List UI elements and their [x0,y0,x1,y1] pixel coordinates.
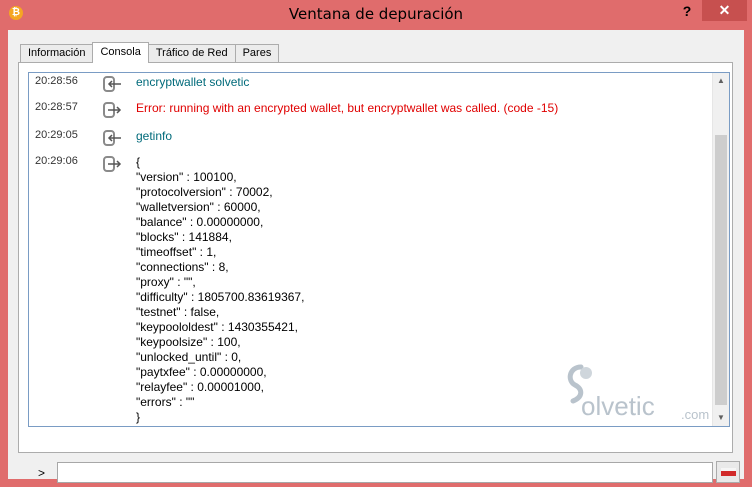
watermark-suffix: .com [681,407,710,422]
console-tab-panel: 20:28:56 encryptwallet solvetic 20:28:57… [18,62,740,483]
scroll-up-arrow-icon[interactable]: ▲ [713,73,729,89]
tab-trafico-de-red[interactable]: Tráfico de Red [147,44,236,63]
prompt-symbol: > [38,466,46,480]
command-input[interactable] [57,462,713,483]
window-title: Ventana de depuración [288,5,464,23]
scroll-down-arrow-icon[interactable]: ▼ [713,410,729,426]
console-scrollbar[interactable]: ▲ ▼ [712,73,729,426]
scroll-thumb[interactable] [715,135,727,405]
entry-text: Error: running with an encrypted wallet,… [136,101,559,115]
output-arrow-icon [103,156,122,172]
output-arrow-icon [103,102,122,118]
entry-text: getinfo [136,129,173,143]
input-arrow-icon [103,76,121,92]
entry-timestamp: 20:28:57 [35,101,78,113]
tab-consola[interactable]: Consola [92,42,149,63]
console-output[interactable]: 20:28:56 encryptwallet solvetic 20:28:57… [28,72,730,427]
solvetic-watermark: olvetic .com [539,363,709,423]
tab-bar: Información Consola Tráfico de Red Pares [20,42,280,63]
entry-timestamp: 20:29:06 [35,155,78,167]
title-bar: ₿ Ventana de depuración ? ✕ [0,0,752,30]
entry-text: encryptwallet solvetic [136,75,250,89]
eraser-icon [721,468,736,476]
watermark-text: olvetic [581,391,655,421]
entry-timestamp: 20:29:05 [35,129,78,141]
close-button[interactable]: ✕ [702,0,747,21]
input-arrow-icon [103,130,121,146]
help-button[interactable]: ? [680,3,694,21]
tab-informacion[interactable]: Información [20,44,94,63]
dialog-body: Información Consola Tráfico de Red Pares… [8,30,744,483]
entry-timestamp: 20:28:56 [35,75,78,87]
entry-text: { "version" : 100100, "protocolversion" … [136,155,305,424]
tab-pares[interactable]: Pares [234,44,280,63]
clear-console-button[interactable] [716,461,740,483]
